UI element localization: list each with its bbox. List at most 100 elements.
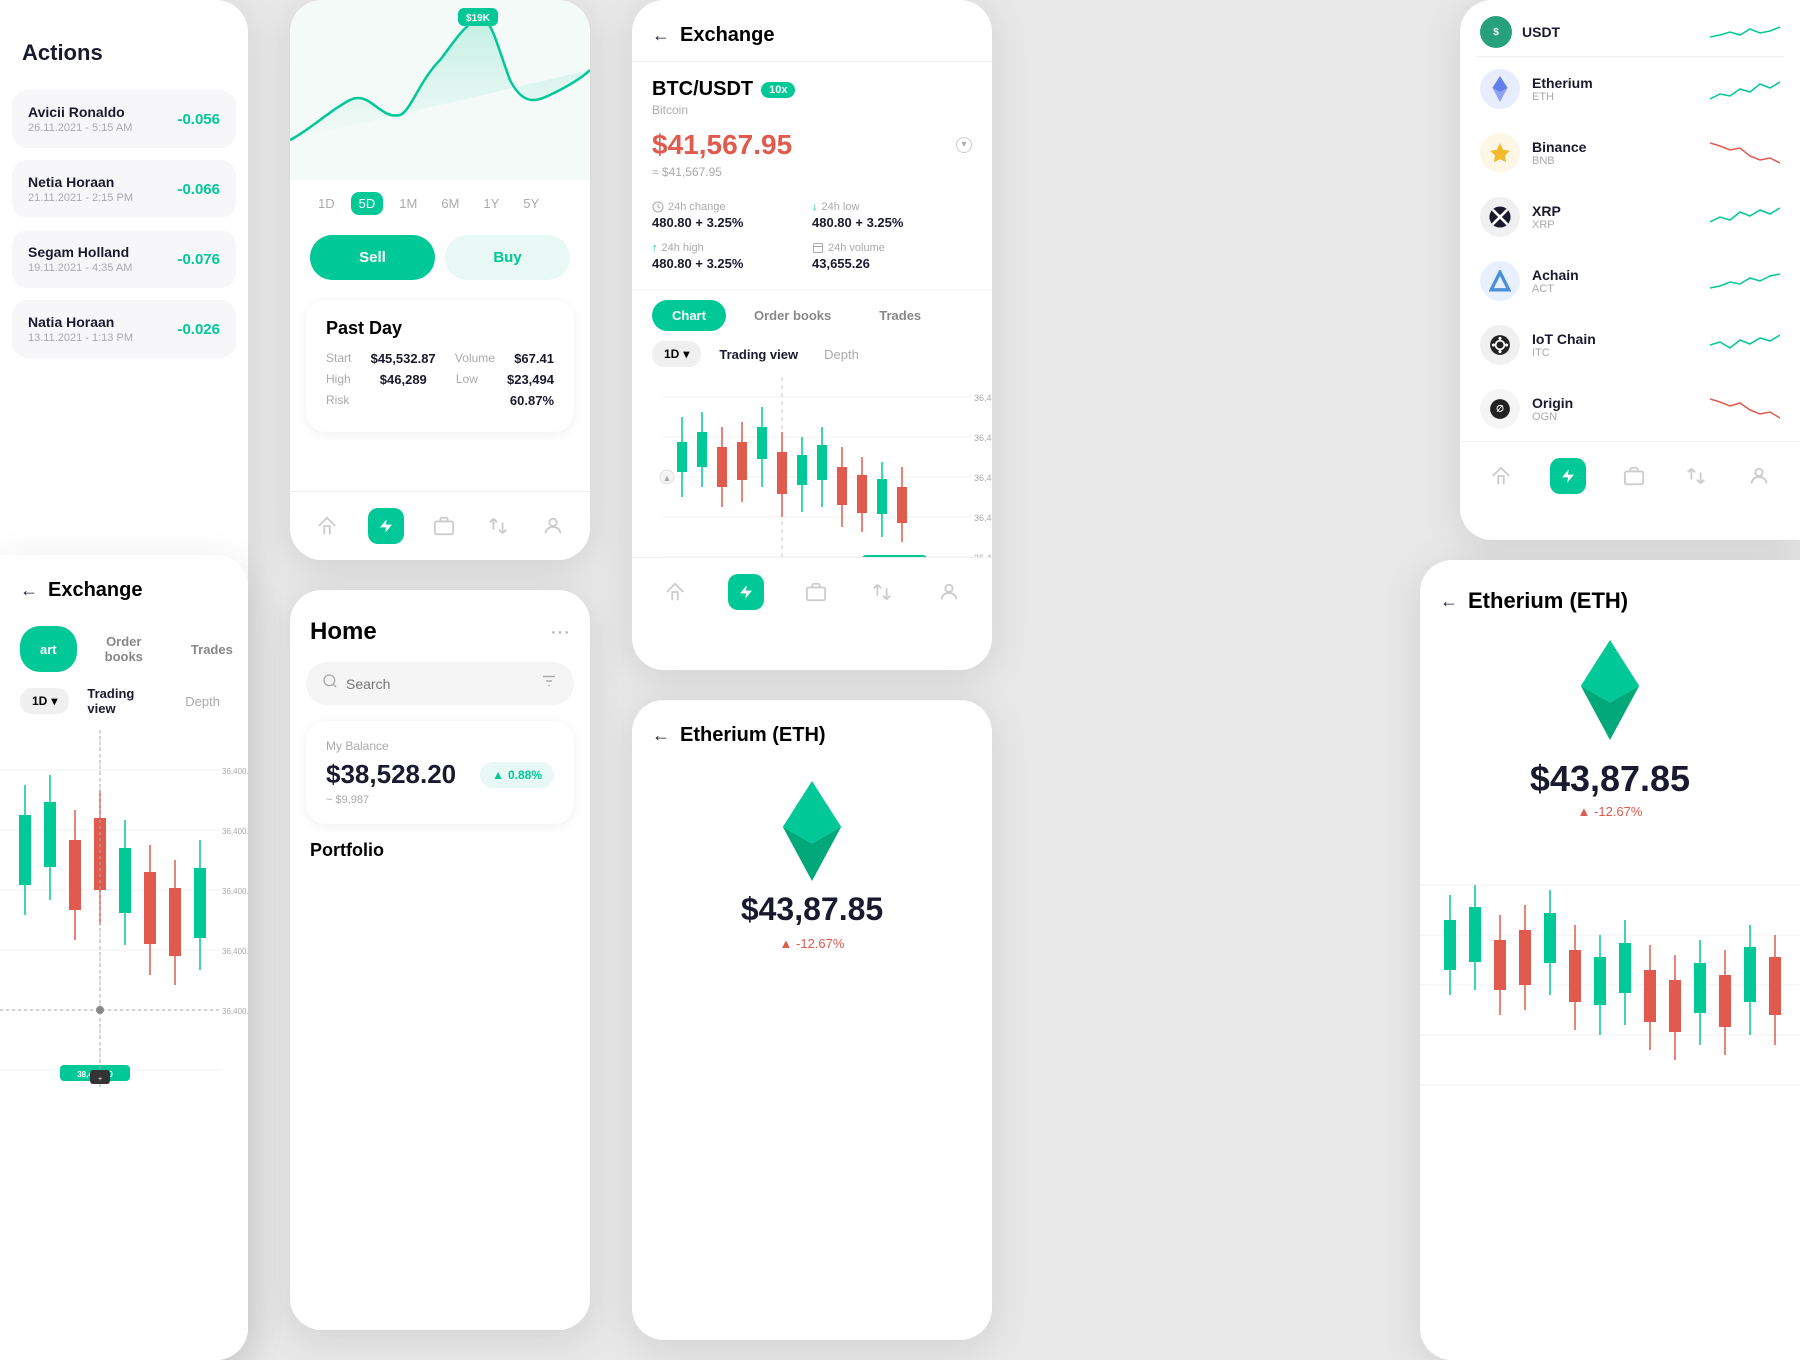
home-nav-chart[interactable]: [313, 512, 341, 540]
exchange-btc-panel: ← Exchange BTC/USDT 10x Bitcoin $41,567.…: [632, 0, 992, 670]
coin-itc[interactable]: IoT Chain ITC: [1460, 313, 1800, 377]
back-arrow-eth-right[interactable]: ←: [1440, 591, 1458, 612]
time-filter-bar: 1D 5D 1M 6M 1Y 5Y: [290, 180, 590, 227]
search-input[interactable]: [346, 676, 532, 692]
high-label: ↑ 24h high: [652, 242, 812, 254]
coin-eth[interactable]: Etherium ETH: [1460, 57, 1800, 121]
filter-icon[interactable]: [540, 672, 558, 695]
pd-high-value: $46,289: [380, 372, 427, 387]
eth-right-title: Etherium (ETH): [1468, 588, 1628, 614]
tf-5d[interactable]: 5D: [351, 192, 384, 215]
flash-nav-cl[interactable]: [1550, 458, 1586, 494]
tab-trades[interactable]: Trades: [859, 300, 941, 331]
back-arrow-left[interactable]: ←: [20, 580, 38, 601]
home-nav-cl[interactable]: [1487, 462, 1515, 490]
pd-low-label: Low: [456, 372, 478, 387]
coin-ogn[interactable]: ∅ Origin OGN: [1460, 377, 1800, 441]
exchange-nav-chart[interactable]: [484, 512, 512, 540]
price-sub: ≈ $41,567.95: [632, 165, 992, 187]
exchange-left-title: Exchange: [48, 579, 142, 602]
flash-nav-chart[interactable]: [368, 508, 404, 544]
eth-detail-panel: ← Etherium (ETH) $43,87.85 ▲ -12.67%: [632, 700, 992, 1340]
change-value: 480.80 + 3.25%: [652, 215, 812, 230]
wallet-nav-chart[interactable]: [430, 512, 458, 540]
pair-name: BTC/USDT 10x: [652, 78, 972, 101]
balance-row: $38,528.20 ▲ 0.88%: [326, 759, 554, 790]
home-nav-ex[interactable]: [661, 578, 689, 606]
pd-high-row: High $46,289 Low $23,494: [326, 372, 554, 387]
depth-btn[interactable]: Depth: [816, 343, 867, 366]
balance-badge: ▲ 0.88%: [480, 762, 554, 788]
act-name: Achain: [1532, 267, 1698, 283]
ogn-coin-icon: ∅: [1480, 389, 1520, 429]
tx-item-1[interactable]: Avicii Ronaldo 26.11.2021 - 5:15 AM -0.0…: [12, 90, 236, 148]
eth-right-change: ▲ -12.67%: [1420, 804, 1800, 835]
coin-name: Bitcoin: [652, 103, 972, 117]
tf-6m[interactable]: 6M: [433, 192, 467, 215]
tab-art[interactable]: art: [20, 626, 77, 672]
tx-amount-2: -0.066: [177, 181, 220, 198]
svg-text:36,400.00: 36,400.00: [974, 513, 992, 523]
svg-text:36,400.00: 36,400.00: [974, 473, 992, 483]
profile-nav-chart[interactable]: [539, 512, 567, 540]
btc-pair-row: BTC/USDT 10x Bitcoin: [632, 62, 992, 125]
coin-act[interactable]: Achain ACT: [1460, 249, 1800, 313]
bottom-nav-chart: [290, 491, 590, 560]
tf-1y[interactable]: 1Y: [475, 192, 507, 215]
candlestick-left: 36,400.00 36,400.00 36,400.00 36,400.00 …: [0, 730, 248, 1090]
tf-1d[interactable]: 1D: [310, 192, 343, 215]
buy-button[interactable]: Buy: [445, 235, 570, 280]
volume-value: 43,655.26: [812, 256, 972, 271]
tab-trades-left[interactable]: Trades: [171, 626, 248, 672]
stats-grid: 24h change 480.80 + 3.25% ↓ 24h low 480.…: [632, 187, 992, 290]
eth-logo-area: [632, 761, 992, 891]
tx-item-2[interactable]: Netia Horaan 21.11.2021 - 2:15 PM -0.066: [12, 160, 236, 218]
usdt-row: $ USDT: [1460, 0, 1800, 56]
depth-left[interactable]: Depth: [177, 690, 228, 713]
chevron-down-icon[interactable]: ▾: [956, 137, 972, 153]
exchange-nav-cl[interactable]: [1682, 462, 1710, 490]
itc-coin-icon: [1480, 325, 1520, 365]
time-depth-bar: 1D ▾ Trading view Depth: [632, 341, 992, 377]
ogn-sym: OGN: [1532, 411, 1698, 423]
wallet-nav-ex[interactable]: [802, 578, 830, 606]
coin-xrp[interactable]: XRP XRP: [1460, 185, 1800, 249]
tx-item-3[interactable]: Segam Holland 19.11.2021 - 4:35 AM -0.07…: [12, 230, 236, 288]
past-day-title: Past Day: [326, 318, 554, 339]
coin-bnb[interactable]: Binance BNB: [1460, 121, 1800, 185]
time-select[interactable]: 1D ▾: [652, 341, 701, 367]
balance-card: My Balance $38,528.20 ▲ 0.88% ~ $9,987: [306, 721, 574, 824]
time-select-left[interactable]: 1D ▾: [20, 688, 69, 714]
tab-chart[interactable]: Chart: [652, 300, 726, 331]
trading-view-btn[interactable]: Trading view: [711, 343, 806, 366]
sell-button[interactable]: Sell: [310, 235, 435, 280]
profile-nav-ex[interactable]: [935, 578, 963, 606]
more-button[interactable]: ···: [550, 621, 570, 644]
btc-price: $41,567.95: [652, 129, 792, 161]
usdt-name: USDT: [1522, 24, 1560, 40]
eth-right-candlestick: [1420, 835, 1800, 1135]
wallet-nav-cl[interactable]: [1620, 462, 1648, 490]
back-arrow-icon[interactable]: ←: [652, 25, 670, 46]
profile-nav-cl[interactable]: [1745, 462, 1773, 490]
eth-sym: ETH: [1532, 91, 1698, 103]
trade-buttons: Sell Buy: [290, 227, 590, 288]
home-header: Home ···: [290, 590, 590, 662]
tf-1m[interactable]: 1M: [391, 192, 425, 215]
trading-view-left[interactable]: Trading view: [79, 682, 167, 720]
svg-text:36,400.00: 36,400.00: [222, 1007, 248, 1016]
tab-orderbooks-left[interactable]: Order books: [85, 626, 163, 672]
search-bar[interactable]: [306, 662, 574, 705]
pd-volume-label: Volume: [455, 351, 495, 366]
xrp-sym: XRP: [1532, 219, 1698, 231]
back-arrow-eth[interactable]: ←: [652, 725, 670, 746]
tf-5y[interactable]: 5Y: [515, 192, 547, 215]
tx-amount-3: -0.076: [177, 251, 220, 268]
tab-orderbooks[interactable]: Order books: [734, 300, 851, 331]
tx-date-3: 19.11.2021 - 4:35 AM: [28, 262, 132, 274]
flash-nav-ex[interactable]: [728, 574, 764, 610]
exchange-nav-ex[interactable]: [868, 578, 896, 606]
eth-right-panel: ← Etherium (ETH) $43,87.85 ▲ -12.67%: [1420, 560, 1800, 1360]
tx-amount-1: -0.056: [177, 111, 220, 128]
tx-item-4[interactable]: Natia Horaan 13.11.2021 - 1:13 PM -0.026: [12, 300, 236, 358]
